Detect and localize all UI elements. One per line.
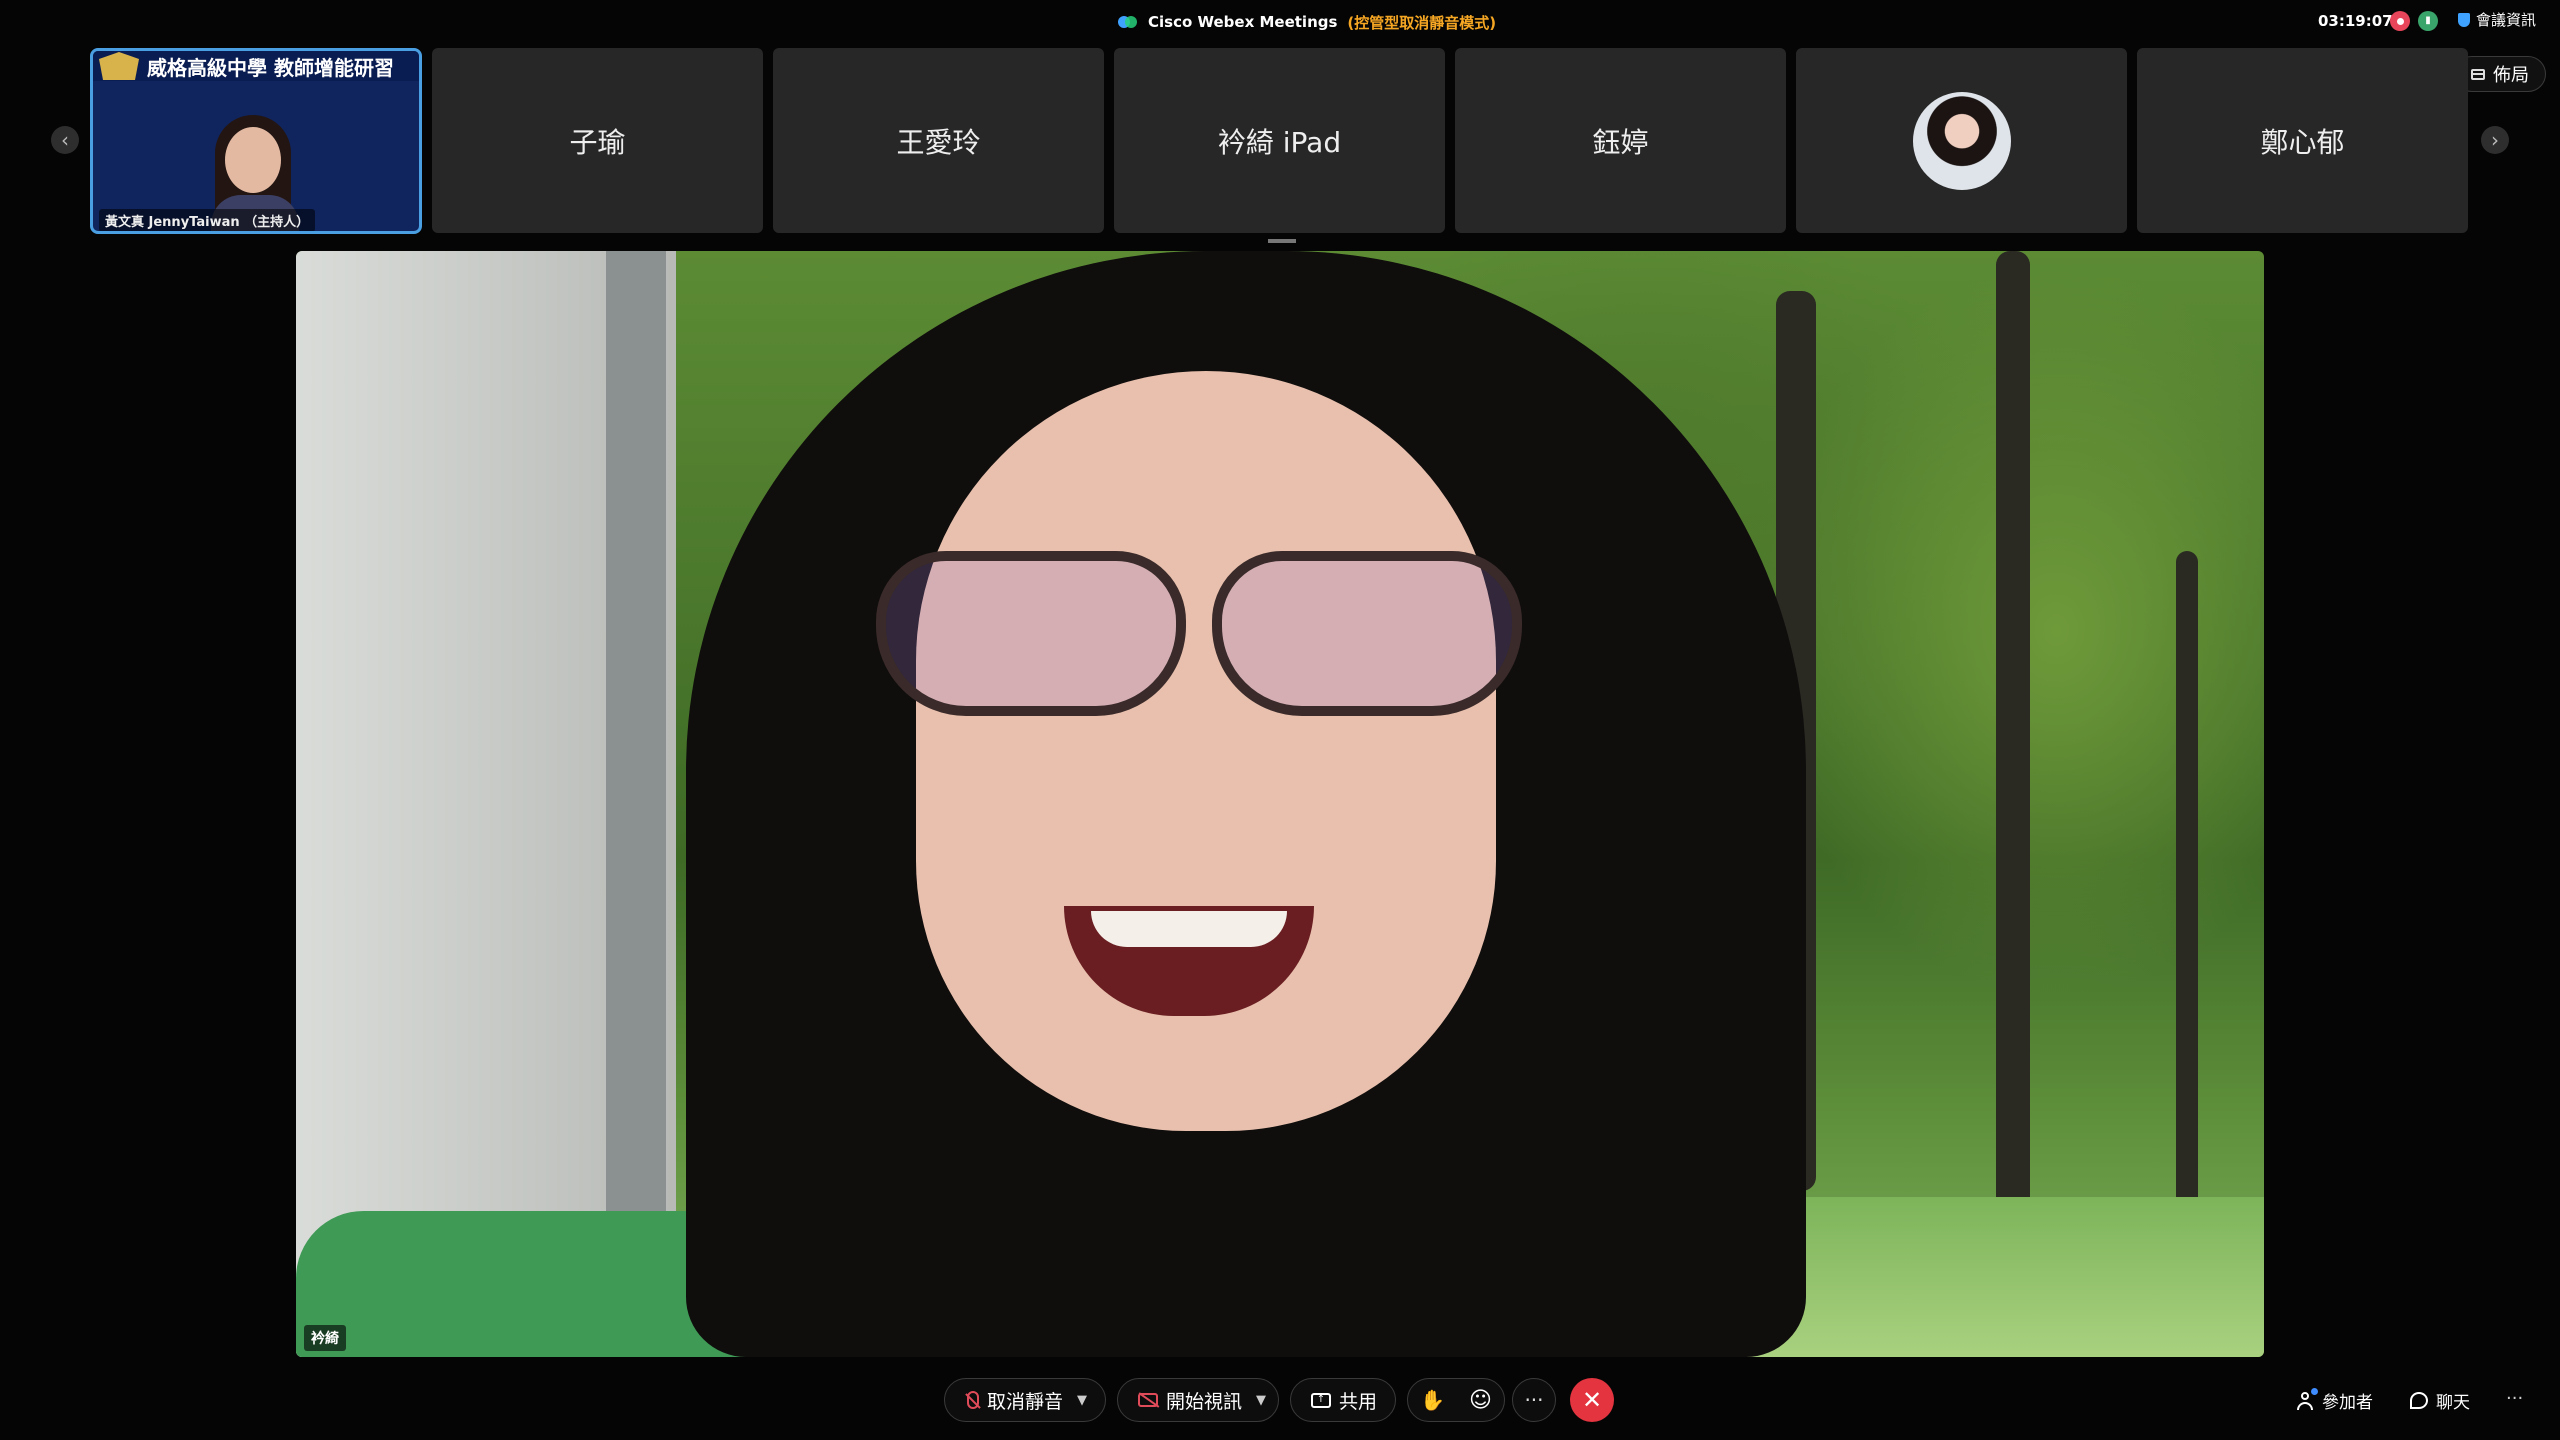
participant-tile[interactable]: 衿綺 iPad bbox=[1114, 48, 1445, 233]
filmstrip-prev-button[interactable]: ‹ bbox=[51, 126, 79, 154]
participant-tile[interactable]: 鈺婷 bbox=[1455, 48, 1786, 233]
participant-name: 鄭心郁 bbox=[2260, 125, 2345, 159]
meeting-info-button[interactable]: 會議資訊 bbox=[2458, 9, 2536, 30]
network-status-icon[interactable]: ▮ bbox=[2418, 11, 2438, 31]
webex-logo-icon bbox=[1118, 14, 1138, 30]
participant-tile[interactable]: 子瑜 bbox=[432, 48, 763, 233]
app-name: Cisco Webex Meetings bbox=[1148, 13, 1338, 31]
meeting-info-label: 會議資訊 bbox=[2476, 11, 2537, 29]
participant-avatar bbox=[1912, 91, 2011, 190]
meeting-mode-label: (控管型取消靜音模式) bbox=[1347, 13, 1497, 32]
speaker-name-label: 衿綺 bbox=[304, 1325, 346, 1351]
school-emblem-icon bbox=[99, 52, 139, 80]
chat-label: 聊天 bbox=[2436, 1393, 2470, 1413]
filmstrip-next-button[interactable]: › bbox=[2481, 126, 2509, 154]
active-speaker-video[interactable]: 衿綺 bbox=[296, 251, 2264, 1357]
participants-icon bbox=[2296, 1387, 2318, 1410]
layout-label: 佈局 bbox=[2493, 65, 2529, 86]
filmstrip-resize-handle[interactable] bbox=[1268, 239, 1296, 243]
chat-icon bbox=[2410, 1392, 2428, 1409]
host-banner: 威格高級中學 教師增能研習 bbox=[93, 51, 419, 81]
participant-name: 子瑜 bbox=[569, 125, 626, 159]
share-button[interactable]: ↑ 共用 bbox=[1290, 1378, 1396, 1422]
microphone-muted-icon bbox=[967, 1391, 979, 1409]
shield-icon bbox=[2458, 12, 2470, 27]
title-bar: Cisco Webex Meetings (控管型取消靜音模式) 03:19:0… bbox=[0, 0, 2560, 44]
more-options-button[interactable]: ··· bbox=[1512, 1378, 1556, 1422]
close-icon: ✕ bbox=[1581, 1386, 1603, 1414]
camera-off-icon bbox=[1138, 1393, 1158, 1407]
share-label: 共用 bbox=[1339, 1390, 1378, 1413]
participants-label: 參加者 bbox=[2322, 1393, 2373, 1413]
raise-hand-icon[interactable]: ✋ bbox=[1420, 1388, 1445, 1412]
recording-icon[interactable] bbox=[2390, 11, 2410, 31]
reactions-group: ✋ ☺ bbox=[1407, 1378, 1505, 1422]
meeting-timer: 03:19:07 bbox=[2318, 12, 2393, 30]
participant-name: 王愛玲 bbox=[896, 125, 981, 159]
chevron-down-icon[interactable]: ▼ bbox=[1256, 1393, 1266, 1408]
participant-tile[interactable]: 鄭心郁 bbox=[2137, 48, 2468, 233]
layout-icon bbox=[2471, 68, 2485, 80]
unmute-button[interactable]: 取消靜音 ▼ bbox=[944, 1378, 1106, 1422]
participant-tile[interactable]: 王愛玲 bbox=[773, 48, 1104, 233]
host-name-label: 黃文真 JennyTaiwan （主持人） bbox=[99, 209, 316, 231]
overflow-menu-button[interactable]: ··· bbox=[2506, 1388, 2523, 1409]
start-video-button[interactable]: 開始視訊 ▼ bbox=[1117, 1378, 1279, 1422]
end-meeting-button[interactable]: ✕ bbox=[1570, 1378, 1614, 1422]
host-video-tile[interactable]: 威格高級中學 教師增能研習 黃文真 JennyTaiwan （主持人） bbox=[90, 48, 422, 234]
chevron-down-icon[interactable]: ▼ bbox=[1077, 1393, 1087, 1408]
window-title: Cisco Webex Meetings (控管型取消靜音模式) bbox=[1118, 10, 1496, 34]
participants-button[interactable]: 參加者 bbox=[2296, 1387, 2373, 1413]
reaction-smiley-icon[interactable]: ☺ bbox=[1469, 1388, 1492, 1413]
participant-name: 鈺婷 bbox=[1592, 125, 1649, 159]
host-banner-text: 威格高級中學 教師增能研習 bbox=[147, 55, 394, 80]
participant-tile[interactable] bbox=[1796, 48, 2127, 233]
glasses bbox=[876, 551, 1536, 721]
unmute-label: 取消靜音 bbox=[987, 1390, 1064, 1413]
start-video-label: 開始視訊 bbox=[1166, 1390, 1243, 1413]
more-options-label: ··· bbox=[1524, 1388, 1544, 1412]
share-screen-icon: ↑ bbox=[1311, 1392, 1331, 1408]
participant-name: 衿綺 iPad bbox=[1217, 125, 1342, 159]
chat-button[interactable]: 聊天 bbox=[2410, 1388, 2470, 1413]
